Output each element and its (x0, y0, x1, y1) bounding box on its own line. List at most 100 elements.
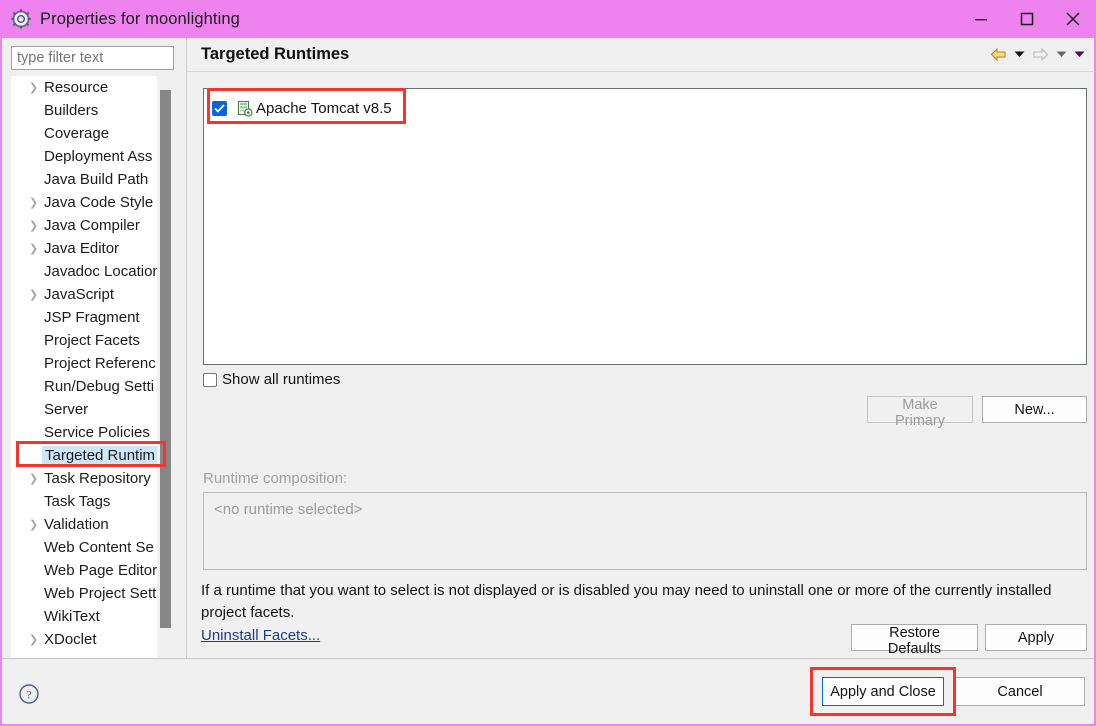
chevron-right-icon[interactable]: ❯ (29, 513, 38, 536)
properties-dialog: Properties for moonlighting ❯ Resource Bui… (0, 0, 1096, 726)
runtime-list[interactable]: Apache Tomcat v8.5 (203, 88, 1087, 365)
sidebar-item-label: Task Tags (44, 493, 111, 510)
sidebar-item-web-project-sett[interactable]: Web Project Sett (11, 582, 161, 605)
back-arrow-icon[interactable] (987, 43, 1009, 65)
cancel-button[interactable]: Cancel (955, 677, 1085, 706)
sidebar-item-label: Service Policies (44, 424, 150, 441)
sidebar-item-java-editor[interactable]: ❯ Java Editor (11, 237, 161, 260)
restore-defaults-button[interactable]: Restore Defaults (851, 624, 978, 657)
sidebar-item-project-facets[interactable]: Project Facets (11, 329, 161, 352)
runtime-checkbox[interactable] (212, 101, 227, 116)
sidebar-item-web-page-editor[interactable]: Web Page Editor (11, 559, 161, 582)
sidebar-item-builders[interactable]: Builders (11, 99, 161, 122)
show-all-runtimes-label: Show all runtimes (222, 371, 341, 388)
sidebar-item-label: Project Facets (44, 332, 140, 349)
filter-input[interactable] (11, 46, 174, 70)
sidebar-item-label: Validation (44, 516, 109, 533)
sidebar-item-server[interactable]: Server (11, 398, 161, 421)
sidebar-item-deployment-ass[interactable]: Deployment Ass (11, 145, 161, 168)
chevron-right-icon[interactable]: ❯ (29, 467, 38, 490)
sidebar-item-label: JSP Fragment (44, 309, 140, 326)
make-primary-button[interactable]: Make Primary (867, 396, 973, 429)
header-divider (187, 71, 1095, 72)
sidebar-item-wikitext[interactable]: WikiText (11, 605, 161, 628)
close-button[interactable] (1050, 0, 1096, 38)
sidebar-item-javascript[interactable]: ❯ JavaScript (11, 283, 161, 306)
show-all-runtimes-row[interactable]: Show all runtimes (203, 371, 340, 388)
sidebar-item-label: Java Code Style (44, 194, 154, 211)
tree-vertical-scrollbar[interactable] (157, 76, 174, 670)
chevron-right-icon[interactable]: ❯ (29, 214, 38, 237)
chevron-right-icon[interactable]: ❯ (29, 628, 38, 651)
sidebar-item-label: WikiText (44, 608, 100, 625)
sidebar-item-label: Server (44, 401, 89, 418)
page-title: Targeted Runtimes (201, 45, 350, 63)
preference-tree[interactable]: ❯ Resource Builders Coverage Deployment Ass J… (11, 76, 174, 670)
page-header: Targeted Runtimes (187, 38, 1095, 71)
sidebar-item-label: Java Compiler (44, 217, 140, 234)
sidebar-item-label: Run/Debug Setti (44, 378, 155, 395)
forward-history-chevron-down-icon[interactable] (1053, 43, 1069, 65)
sidebar-item-run-debug-setti[interactable]: Run/Debug Setti (11, 375, 161, 398)
sidebar-item-xdoclet[interactable]: ❯ XDoclet (11, 628, 161, 651)
svg-text:?: ? (26, 688, 31, 702)
minimize-button[interactable] (958, 0, 1004, 38)
preference-tree-panel: ❯ Resource Builders Coverage Deployment Ass J… (2, 38, 183, 686)
view-menu-chevron-down-icon[interactable] (1071, 43, 1087, 65)
apply-button[interactable]: Apply (985, 624, 1087, 651)
sidebar-item-project-referenc[interactable]: Project Referenc (11, 352, 161, 375)
sidebar-item-java-code-style[interactable]: ❯ Java Code Style (11, 191, 161, 214)
runtime-label: Apache Tomcat v8.5 (256, 100, 392, 117)
runtime-composition-value: <no runtime selected> (214, 501, 363, 518)
sidebar-item-label: Web Project Sett (44, 585, 157, 602)
sidebar-item-task-tags[interactable]: Task Tags (11, 490, 161, 513)
back-history-chevron-down-icon[interactable] (1011, 43, 1027, 65)
maximize-button[interactable] (1004, 0, 1050, 38)
sidebar-item-service-policies[interactable]: Service Policies (11, 421, 161, 444)
chevron-right-icon[interactable]: ❯ (29, 237, 38, 260)
sidebar-item-jsp-fragment[interactable]: JSP Fragment (11, 306, 161, 329)
sidebar-item-label: Targeted Runtim (42, 445, 158, 466)
tree-vertical-scroll-thumb[interactable] (160, 90, 171, 628)
sidebar-item-label: Java Editor (44, 240, 120, 257)
sidebar-item-label: Javadoc Location (44, 263, 161, 280)
sidebar-item-javadoc-location[interactable]: Javadoc Location (11, 260, 161, 283)
chevron-right-icon[interactable]: ❯ (29, 191, 38, 214)
sidebar-item-java-build-path[interactable]: Java Build Path (11, 168, 161, 191)
sidebar-item-validation[interactable]: ❯ Validation (11, 513, 161, 536)
sidebar-item-label: Task Repository (44, 470, 151, 487)
sidebar-item-label: Project Referenc (44, 355, 156, 372)
sidebar-item-coverage[interactable]: Coverage (11, 122, 161, 145)
page-description: If a runtime that you want to select is … (201, 582, 1052, 621)
sidebar-item-label: Web Page Editor (44, 562, 158, 579)
show-all-runtimes-checkbox[interactable] (203, 372, 217, 387)
page-nav-tools (987, 43, 1087, 65)
sidebar-item-web-content-se[interactable]: Web Content Se (11, 536, 161, 559)
help-icon[interactable]: ? (18, 683, 40, 705)
preference-tree-list: ❯ Resource Builders Coverage Deployment Ass J… (11, 76, 161, 651)
runtime-composition-box: <no runtime selected> (203, 492, 1087, 570)
apply-and-close-button[interactable]: Apply and Close (822, 677, 944, 706)
sidebar-item-targeted-runtim[interactable]: Targeted Runtim (11, 444, 161, 467)
sidebar-item-task-repository[interactable]: ❯ Task Repository (11, 467, 161, 490)
sidebar-item-label: Coverage (44, 125, 110, 142)
page-content: Targeted Runtimes Apache Tomcat v8.5 Sho… (186, 38, 1095, 658)
sidebar-item-label: JavaScript (44, 286, 115, 303)
sidebar-item-label: Builders (44, 102, 99, 119)
uninstall-facets-link[interactable]: Uninstall Facets... (201, 627, 320, 644)
sidebar-item-label: Deployment Ass (44, 148, 153, 165)
forward-arrow-icon[interactable] (1029, 43, 1051, 65)
sidebar-item-java-compiler[interactable]: ❯ Java Compiler (11, 214, 161, 237)
sidebar-item-label: XDoclet (44, 631, 97, 648)
sidebar-item-resource[interactable]: ❯ Resource (11, 76, 161, 99)
runtime-composition-label: Runtime composition: (203, 470, 348, 487)
chevron-right-icon[interactable]: ❯ (29, 283, 38, 306)
sidebar-item-label: Java Build Path (44, 171, 149, 188)
chevron-right-icon[interactable]: ❯ (29, 76, 38, 99)
window-title: Properties for moonlighting (40, 9, 240, 28)
gear-icon (11, 9, 31, 29)
runtime-list-item[interactable]: Apache Tomcat v8.5 (212, 97, 392, 120)
new-runtime-button[interactable]: New... (982, 396, 1087, 423)
title-bar: Properties for moonlighting (0, 0, 1096, 38)
sidebar-item-label: Web Content Se (44, 539, 154, 556)
